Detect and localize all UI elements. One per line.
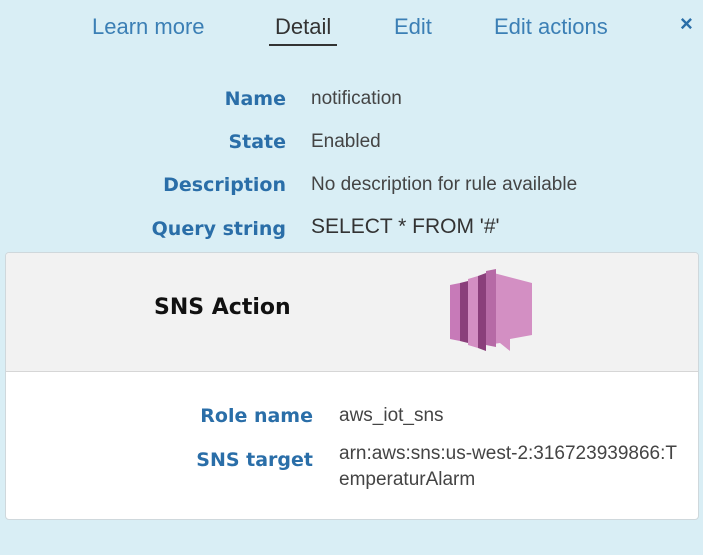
sns-action-title: SNS Action xyxy=(154,295,291,320)
sns-target-value: arn:aws:sns:us-west-2:316723939866:Tempe… xyxy=(339,443,677,490)
close-icon[interactable]: × xyxy=(680,10,703,38)
rule-name-value: notification xyxy=(311,88,402,109)
role-name-value: aws_iot_sns xyxy=(339,405,444,426)
rule-query-row: Query string SELECT * FROM '#' xyxy=(0,215,703,255)
rule-state-label: State xyxy=(228,131,286,153)
tab-detail[interactable]: Detail xyxy=(269,14,338,46)
rule-description-value: No description for rule available xyxy=(311,174,578,195)
rule-query-label: Query string xyxy=(151,218,286,240)
tab-learn-more[interactable]: Learn more xyxy=(92,14,205,40)
sns-target-label: SNS target xyxy=(196,449,313,471)
role-name-label: Role name xyxy=(200,405,313,427)
rule-state-row: State Enabled xyxy=(0,131,703,171)
sns-action-card: SNS Action Role name aws_iot_sns SNS tar… xyxy=(5,252,699,520)
sns-icon xyxy=(450,269,532,351)
sns-action-header: SNS Action xyxy=(6,253,698,372)
rule-description-label: Description xyxy=(163,174,286,196)
rule-description-row: Description No description for rule avai… xyxy=(0,174,703,214)
tab-edit[interactable]: Edit xyxy=(394,14,432,40)
rule-name-label: Name xyxy=(224,88,286,110)
tab-edit-actions[interactable]: Edit actions xyxy=(494,14,608,40)
rule-state-value: Enabled xyxy=(311,131,381,152)
rule-name-row: Name notification xyxy=(0,88,703,128)
detail-tabs: Learn more Detail Edit Edit actions × xyxy=(0,0,703,60)
rule-query-value: SELECT * FROM '#' xyxy=(311,215,500,238)
